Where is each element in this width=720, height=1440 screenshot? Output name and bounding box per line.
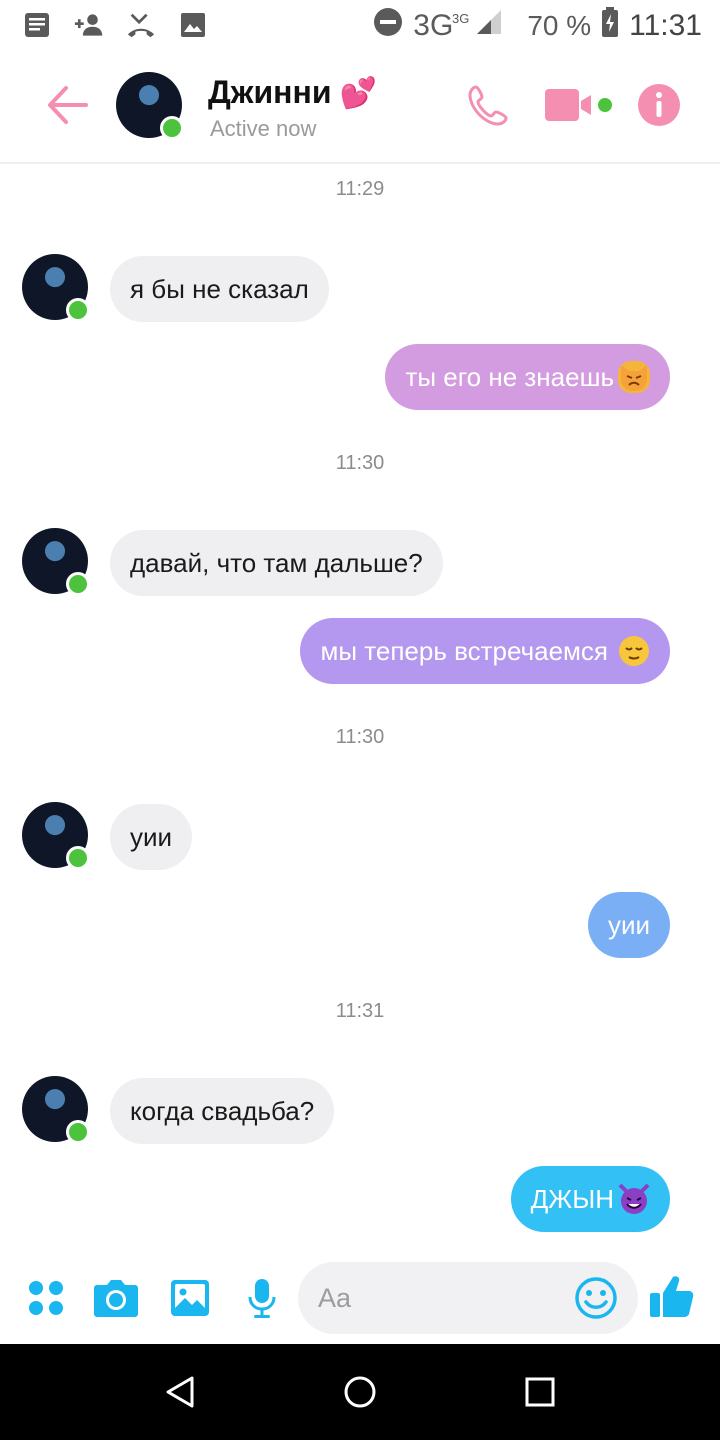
video-camera-icon [545,89,612,121]
nav-home-button[interactable] [336,1368,384,1416]
info-icon [638,84,680,126]
message-thread[interactable]: 11:29 я бы не сказал ты его не знаешь 11… [0,166,720,1256]
camera-button[interactable] [92,1274,140,1322]
incoming-bubble[interactable]: уии [110,804,193,870]
timestamp: 11:30 [335,726,385,748]
voice-call-button[interactable] [466,82,512,128]
message-notification-icon [22,10,52,40]
timestamp: 11:29 [335,178,385,200]
circle-home-icon [344,1376,376,1408]
message-text: мы теперь встречаемся [320,635,608,666]
thumbs-up-icon [650,1276,694,1317]
incoming-bubble[interactable]: давай, что там дальше? [110,530,443,596]
two-hearts-icon: 💕 [339,77,377,110]
video-call-button[interactable] [542,82,616,128]
outgoing-bubble[interactable]: ДЖЫН [510,1166,670,1232]
status-bar: 3G 3G 70 % 11:31 [0,0,720,52]
message-text: ДЖЫН [530,1183,614,1214]
four-dots-icon [29,1281,63,1315]
square-recents-icon [525,1377,555,1407]
nav-recents-button[interactable] [516,1368,564,1416]
chat-header: Джинни 💕 Active now [0,52,720,164]
triangle-back-icon [166,1376,194,1408]
like-button[interactable] [648,1272,696,1320]
clock: 11:31 [629,9,702,42]
battery-percent: 70 % [527,10,592,41]
add-contact-icon [74,10,104,40]
online-indicator [66,1120,90,1144]
incoming-bubble[interactable]: я бы не сказал [110,256,329,322]
more-actions-button[interactable] [22,1274,70,1322]
timestamp: 11:30 [335,452,385,474]
image-icon [171,1280,209,1316]
do-not-disturb-icon [373,7,403,45]
camera-icon [94,1280,138,1317]
relieved-face-icon [618,635,650,667]
online-indicator [66,572,90,596]
timestamp: 11:31 [335,1000,385,1022]
pouting-cat-icon [618,361,650,393]
system-navigation-bar [0,1344,720,1440]
smiling-imp-icon [618,1183,650,1215]
back-button[interactable] [44,82,90,128]
nav-back-button[interactable] [156,1368,204,1416]
signal-icon [475,8,503,44]
outgoing-bubble[interactable]: мы теперь встречаемся [300,618,670,684]
gallery-button[interactable] [166,1274,214,1322]
message-composer [0,1258,720,1344]
arrow-left-icon [48,86,88,124]
microphone-icon [248,1279,276,1318]
message-input[interactable] [318,1262,568,1334]
online-indicator [66,298,90,322]
outgoing-bubble[interactable]: уии [587,892,670,958]
phone-icon [468,85,508,126]
network-type: 3G 3G [413,9,470,42]
incoming-bubble[interactable]: когда свадьба? [110,1078,335,1144]
conversation-info-button[interactable] [636,82,682,128]
online-indicator [66,846,90,870]
smiley-icon [575,1277,617,1319]
message-text: ты его не знаешь [405,361,614,392]
contact-name[interactable]: Джинни 💕 [208,74,377,111]
outgoing-bubble[interactable]: ты его не знаешь [385,344,670,410]
gallery-notification-icon [178,10,208,40]
battery-charging-icon [601,7,619,45]
voice-message-button[interactable] [238,1274,286,1322]
message-input-container [298,1262,638,1334]
emoji-button[interactable] [574,1276,618,1320]
missed-call-icon [126,10,156,40]
online-indicator [160,116,184,140]
contact-status: Active now [210,116,317,141]
